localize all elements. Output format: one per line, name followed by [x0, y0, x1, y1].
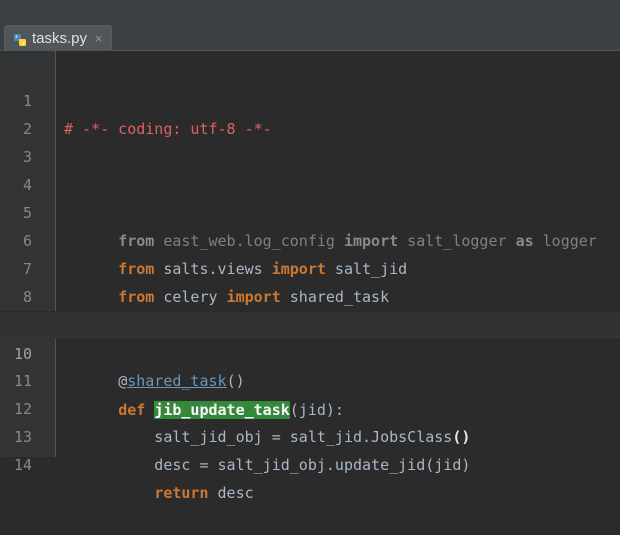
code-line[interactable]: 5 from salts.views import salt_jid [0, 171, 620, 278]
tab-label: tasks.py [32, 30, 88, 47]
code-line[interactable]: 13 return desc [0, 395, 620, 502]
code-line-current[interactable]: 10 def jib_update_task(jid): [0, 311, 620, 419]
editor-tab-bar: tasks.py × [0, 23, 620, 51]
close-icon[interactable]: × [94, 32, 103, 45]
code-line[interactable]: 7 [0, 227, 620, 278]
line-number: 14 [13, 456, 32, 474]
code-line[interactable]: 6 from celery import shared_task [0, 199, 620, 306]
tab-tasks-py[interactable]: tasks.py × [4, 25, 113, 51]
python-file-icon [13, 32, 27, 46]
code-line[interactable]: 4 from east_web.log_config import salt_l… [0, 143, 620, 250]
code-line[interactable]: 2 [0, 87, 620, 138]
code-line[interactable]: 9 @shared_task() [0, 283, 620, 390]
code-line[interactable]: 8 [0, 255, 620, 306]
parentheses: (jid) [425, 456, 471, 474]
top-toolbar [0, 0, 620, 24]
keyword: return [154, 484, 209, 502]
code-line[interactable]: 11 salt_jid_obj = salt_jid.JobsClass() [0, 339, 620, 446]
code-line[interactable]: 14 [0, 423, 620, 474]
code-line[interactable]: 3 [0, 115, 620, 166]
code-line[interactable]: 1 # -*- coding: utf-8 -*- [0, 59, 620, 138]
statement: desc [208, 484, 254, 502]
code-editor[interactable]: 1 # -*- coding: utf-8 -*- 2 3 4 from eas… [0, 51, 620, 502]
code-line[interactable]: 12 desc = salt_jid_obj.update_jid(jid) [0, 367, 620, 474]
